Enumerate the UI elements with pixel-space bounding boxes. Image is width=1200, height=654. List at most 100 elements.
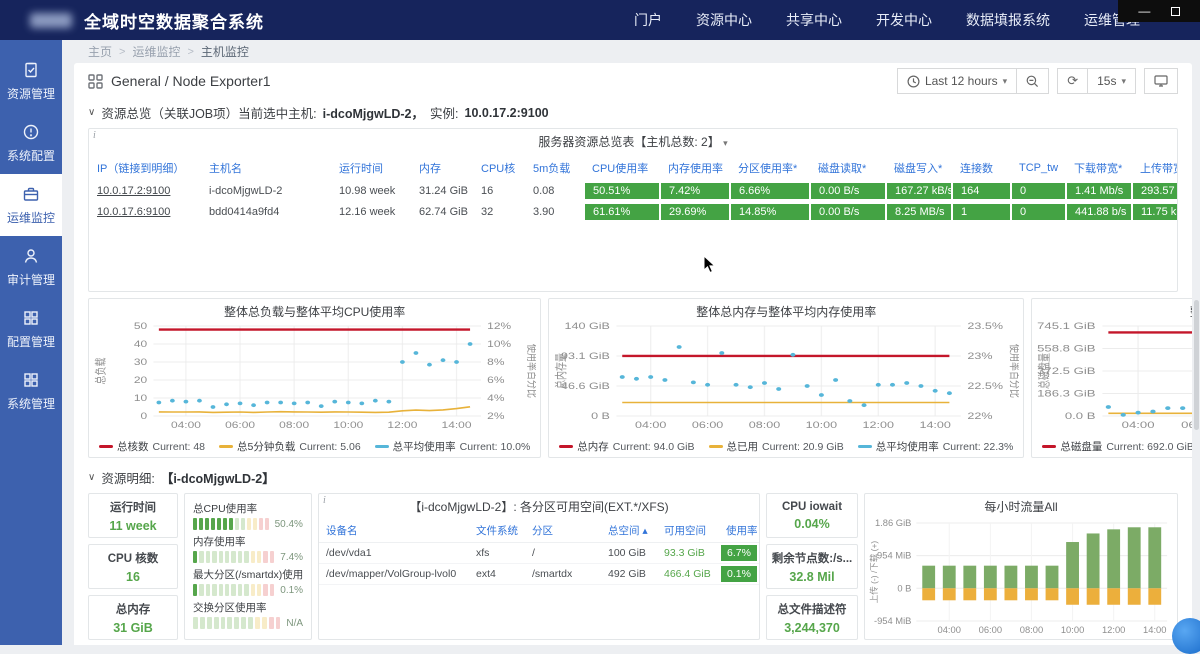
kiosk-mode-button[interactable] [1144, 68, 1178, 94]
zoom-out-button[interactable] [1017, 68, 1049, 94]
breadcrumb-item[interactable]: 运维监控 [132, 43, 180, 60]
overview-col-header[interactable]: 下载带宽* [1066, 156, 1132, 180]
breadcrumb-item[interactable]: 主页 [88, 43, 112, 60]
overview-col-header[interactable]: 主机名 [201, 156, 331, 180]
overview-table: IP（链接到明细）主机名运行时间内存CPU核5m负载CPU使用率内存使用率分区使… [89, 156, 1178, 222]
gauge-bar: 7.4% [193, 551, 303, 563]
svg-text:总内存量: 总内存量 [554, 353, 569, 389]
usage-gauge: 交换分区使用率N/A [193, 600, 303, 629]
legend-item[interactable]: 总磁盘量 Current: 692.0 GiB [1042, 439, 1192, 454]
breadcrumb-item[interactable]: 主机监控 [201, 43, 249, 60]
overview-col-header[interactable]: 连接数 [952, 156, 1011, 180]
window-controls: — [1118, 0, 1200, 22]
partition-col-header[interactable]: 使用率 [719, 519, 760, 543]
partition-col-header[interactable]: 分区 [525, 519, 601, 543]
svg-text:10:00: 10:00 [806, 420, 837, 430]
panel-menu-caret-icon[interactable]: ▾ [723, 138, 728, 148]
top-nav-item[interactable]: 数据填报系统 [966, 10, 1050, 30]
table-cell: ext4 [469, 564, 525, 585]
legend-item[interactable]: 总核数 Current: 48 [99, 439, 205, 454]
overview-col-header[interactable]: 磁盘写入* [886, 156, 952, 180]
chart-panel: 整体总内存与整体平均内存使用率04:0006:0008:0010:0012:00… [548, 298, 1024, 458]
window-maximize-button[interactable] [1171, 7, 1180, 16]
partition-col-header[interactable]: 可用空间 [657, 519, 719, 543]
detail-row: 运行时间11 weekCPU 核数16总内存31 GiB 总CPU使用率50.4… [88, 493, 1178, 640]
sidebar: 资源管理系统配置运维监控审计管理配置管理系统管理 [0, 40, 62, 645]
refresh-icon: ⟳ [1067, 73, 1078, 89]
table-cell: 441.88 b/s [1066, 201, 1132, 222]
info-icon[interactable]: i [323, 495, 326, 506]
sidebar-item-审计管理[interactable]: 审计管理 [0, 236, 62, 298]
top-nav-item[interactable]: 开发中心 [876, 10, 932, 30]
overview-col-header[interactable]: 5m负载 [525, 156, 584, 180]
gauge-segment [244, 584, 248, 596]
gauge-segment [231, 551, 235, 563]
user-icon [22, 247, 40, 265]
window-minimize-button[interactable]: — [1138, 5, 1150, 17]
gauge-segment [248, 617, 253, 629]
legend-item[interactable]: 总平均使用率 Current: 10.0% [375, 439, 531, 454]
table-cell: 61.61% [584, 201, 660, 222]
floating-action-button[interactable] [1172, 618, 1200, 654]
page-scrollbar-thumb[interactable] [1194, 300, 1199, 430]
sidebar-item-系统配置[interactable]: 系统配置 [0, 112, 62, 174]
table-cell: 29.69% [660, 201, 730, 222]
sidebar-item-配置管理[interactable]: 配置管理 [0, 298, 62, 360]
partition-col-header[interactable]: 总空间 ▴ [601, 519, 657, 543]
gauge-bar: 0.1% [193, 584, 303, 596]
gauge-segment [227, 617, 232, 629]
legend-item[interactable]: 总已用 Current: 20.9 GiB [709, 439, 844, 454]
overview-col-header[interactable]: 内存使用率 [660, 156, 730, 180]
overview-col-header[interactable]: 内存 [411, 156, 473, 180]
top-nav-item[interactable]: 资源中心 [696, 10, 752, 30]
host-detail-link[interactable]: 10.0.17.6:9100 [97, 206, 170, 218]
top-nav-item[interactable]: 共享中心 [786, 10, 842, 30]
overview-col-header[interactable]: 运行时间 [331, 156, 411, 180]
chart-title: 每小时流量All [867, 494, 1175, 515]
table-cell: 0 [1011, 180, 1066, 201]
legend-item[interactable]: 总平均使用率 Current: 22.3% [858, 439, 1014, 454]
table-cell: 8.25 MB/s [886, 201, 952, 222]
table-cell: 293.57 kb/s [1132, 180, 1178, 201]
table-cell: 10.0.17.2:9100 [89, 180, 201, 201]
svg-text:22.5%: 22.5% [968, 381, 1004, 391]
sidebar-item-资源管理[interactable]: 资源管理 [0, 50, 62, 112]
top-nav-item[interactable]: 门户 [634, 10, 662, 30]
gauge-segment [251, 584, 255, 596]
refresh-button[interactable]: ⟳ [1057, 68, 1088, 94]
svg-text:50: 50 [134, 321, 147, 332]
refresh-interval-picker[interactable]: 15s ▾ [1088, 68, 1136, 94]
dashboard-header: General / Node Exporter1 Last 12 hours ▾ [74, 63, 1192, 99]
collapse-chevron-icon[interactable]: ∨ [88, 472, 95, 483]
collapse-chevron-icon[interactable]: ∨ [88, 107, 95, 118]
sidebar-item-label: 系统管理 [7, 395, 55, 412]
partition-col-header[interactable]: 文件系统 [469, 519, 525, 543]
sidebar-item-运维监控[interactable]: 运维监控 [0, 174, 62, 236]
stat-card-label: CPU 核数 [108, 550, 158, 566]
gauge-segment [205, 518, 209, 530]
overview-charts-row: 整体总负载与整体平均CPU使用率04:0006:0008:0010:0012:0… [88, 298, 1178, 458]
gauge-value: 50.4% [275, 519, 303, 530]
legend-item[interactable]: 总5分钟负载 Current: 5.06 [219, 439, 361, 454]
table-cell: 11.75 kb/s [1132, 201, 1178, 222]
overview-col-header[interactable]: 分区使用率* [730, 156, 810, 180]
overview-col-header[interactable]: IP（链接到明细） [89, 156, 201, 180]
gauge-segment [265, 518, 269, 530]
legend-current-value: Current: 10.0% [460, 441, 531, 453]
svg-text:06:00: 06:00 [225, 420, 255, 431]
overview-col-header[interactable]: CPU使用率 [584, 156, 660, 180]
info-icon[interactable]: i [93, 130, 96, 141]
host-detail-link[interactable]: 10.0.17.2:9100 [97, 185, 170, 197]
gauge-segment [257, 551, 261, 563]
time-range-picker[interactable]: Last 12 hours ▾ [897, 68, 1017, 94]
legend-item[interactable]: 总内存 Current: 94.0 GiB [559, 439, 694, 454]
gauge-segment [217, 518, 221, 530]
sidebar-item-系统管理[interactable]: 系统管理 [0, 360, 62, 422]
overview-col-header[interactable]: 磁盘读取* [810, 156, 886, 180]
legend-series-name: 总5分钟负载 [237, 439, 295, 454]
overview-col-header[interactable]: 上传带宽* [1132, 156, 1178, 180]
stat-card-label: CPU iowait [782, 501, 842, 513]
overview-col-header[interactable]: CPU核 [473, 156, 525, 180]
overview-col-header[interactable]: TCP_tw [1011, 156, 1066, 180]
partition-col-header[interactable]: 设备名 [319, 519, 469, 543]
